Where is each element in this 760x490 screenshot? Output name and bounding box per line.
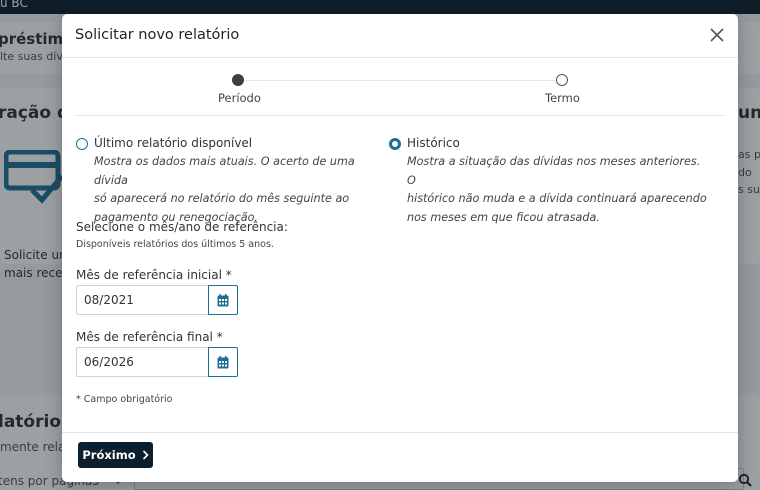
option-historico[interactable]: Histórico Mostra a situação das dívidas … — [389, 136, 709, 224]
modal-title: Solicitar novo relatório — [75, 27, 240, 43]
stepper-line — [238, 80, 562, 81]
reference-section-title: Selecione o mês/ano de referência: — [76, 220, 288, 234]
start-month-calendar-button[interactable] — [208, 285, 238, 315]
start-month-label: Mês de referência inicial * — [76, 268, 232, 282]
reference-section-subtitle: Disponíveis relatórios dos últimos 5 ano… — [76, 239, 274, 250]
request-report-modal: Solicitar novo relatório Período Termo Ú… — [62, 14, 738, 482]
option-historico-desc-line-1: Mostra a situação das dívidas nos meses … — [407, 155, 701, 187]
start-month-field[interactable]: 08/2021 — [76, 285, 238, 315]
next-button[interactable]: Próximo — [78, 442, 153, 468]
modal-footer-divider — [62, 432, 738, 433]
calendar-icon — [217, 293, 229, 306]
end-month-field[interactable]: 06/2026 — [76, 347, 238, 377]
stepper-divider — [76, 115, 724, 116]
close-icon[interactable] — [706, 24, 728, 46]
end-month-calendar-button[interactable] — [208, 347, 238, 377]
option-historico-desc-line-2: histórico não muda e a dívida continuará… — [407, 192, 707, 205]
option-historico-desc-line-3: nos meses em que ficou atrasada. — [407, 210, 600, 224]
radio-historico[interactable] — [389, 138, 401, 150]
end-month-value[interactable]: 06/2026 — [84, 355, 134, 369]
next-button-label: Próximo — [82, 448, 136, 462]
option-ultimo-relatorio[interactable]: Último relatório disponível Mostra os da… — [76, 136, 386, 224]
step-periodo-dot — [232, 74, 244, 86]
option-ultimo-label: Último relatório disponível — [94, 136, 253, 150]
step-termo-label: Termo — [545, 91, 580, 105]
option-ultimo-desc-line-2: só aparecerá no relatório do mês seguint… — [94, 192, 350, 205]
option-historico-desc: Mostra a situação das dívidas nos meses … — [407, 153, 709, 227]
radio-ultimo-relatorio[interactable] — [76, 138, 88, 150]
chevron-right-icon — [142, 450, 149, 460]
calendar-icon — [217, 355, 229, 368]
stepper: Período Termo — [76, 72, 724, 118]
modal-header: Solicitar novo relatório — [62, 14, 738, 58]
step-termo-dot — [556, 74, 568, 86]
option-ultimo-desc-line-1: Mostra os dados mais atuais. O acerto de… — [94, 155, 355, 187]
end-month-label: Mês de referência final * — [76, 330, 223, 344]
option-ultimo-desc: Mostra os dados mais atuais. O acerto de… — [94, 153, 386, 227]
start-month-value[interactable]: 08/2021 — [84, 293, 134, 307]
step-periodo-label: Período — [218, 91, 261, 105]
option-historico-label: Histórico — [407, 136, 460, 150]
required-field-note: * Campo obrigatório — [76, 394, 173, 405]
